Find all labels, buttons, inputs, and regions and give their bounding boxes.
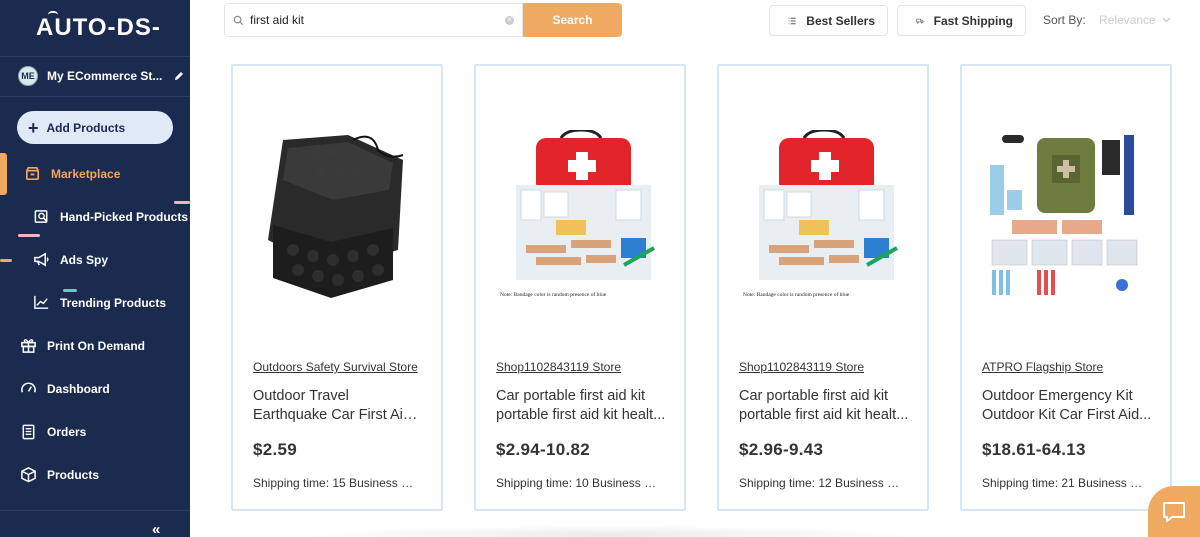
product-image: Note: Bandage color is random presence o…: [496, 130, 666, 300]
product-card[interactable]: Note: Bandage color is random presence o…: [474, 64, 686, 511]
best-sellers-button[interactable]: Best Sellers: [769, 5, 888, 36]
fast-shipping-label: Fast Shipping: [933, 13, 1013, 28]
image-note: Note: Bandage color is random presence o…: [743, 291, 850, 298]
shipping-time: Shipping time: 15 Business Days: [253, 476, 421, 490]
active-indicator: [0, 153, 7, 195]
search-button[interactable]: Search: [523, 3, 622, 37]
product-image: [982, 130, 1152, 300]
decoration: [18, 234, 40, 237]
best-sellers-label: Best Sellers: [806, 13, 875, 28]
product-price: $2.94-10.82: [496, 440, 591, 459]
store-name: My ECommerce St...: [47, 69, 163, 83]
megaphone-icon: [34, 252, 49, 267]
add-products-label: Add Products: [46, 120, 126, 135]
gauge-icon: [21, 382, 36, 393]
product-image: Note: Bandage color is random presence o…: [739, 130, 909, 300]
store-selector[interactable]: ME My ECommerce St...: [18, 66, 185, 86]
sidebar-item-orders[interactable]: Orders: [20, 423, 86, 440]
image-note: Note: Bandage color is random presence o…: [500, 291, 607, 298]
divider: [0, 510, 190, 511]
sidebar-item-label: Orders: [47, 424, 87, 439]
shipping-time: Shipping time: 21 Business Days: [982, 476, 1150, 490]
autods-logo[interactable]: AUTO-DS-: [36, 14, 161, 44]
product-price: $18.61-64.13: [982, 440, 1086, 459]
search-field[interactable]: ✕: [224, 3, 523, 37]
list-icon: [788, 17, 796, 24]
sidebar-item-hand-picked[interactable]: Hand-Picked Products: [33, 208, 188, 225]
decoration: [0, 259, 12, 262]
trend-chart-icon: [34, 295, 49, 309]
product-price: $2.59: [253, 440, 298, 459]
sidebar-item-label: Products: [47, 467, 100, 482]
sort-by-label: Sort By:: [1043, 13, 1086, 27]
sidebar-item-label: Ads Spy: [60, 252, 109, 267]
scroll-shadow: [300, 525, 920, 537]
divider: [0, 96, 190, 97]
sidebar-item-products[interactable]: Products: [20, 466, 99, 483]
gift-icon: [21, 339, 36, 353]
clipboard-icon: [22, 424, 35, 440]
product-title[interactable]: Outdoor Travel Earthquake Car First Aid …: [253, 387, 423, 425]
product-title[interactable]: Outdoor Emergency Kit Outdoor Kit Car Fi…: [982, 387, 1152, 425]
store-link[interactable]: Shop1102843119 Store: [739, 360, 864, 374]
search-icon: [233, 15, 244, 25]
store-link[interactable]: ATPRO Flagship Store: [982, 360, 1103, 374]
product-title[interactable]: Car portable first aid kit portable firs…: [739, 387, 909, 425]
logo-arc-icon: [48, 11, 58, 15]
box-icon: [21, 467, 36, 483]
clear-search-icon[interactable]: ✕: [505, 15, 514, 25]
search-input[interactable]: [250, 13, 490, 27]
pencil-icon[interactable]: [173, 70, 185, 82]
sidebar: AUTO-DS- ME My ECommerce St... + Add Pro…: [0, 0, 190, 537]
hand-picked-icon: [34, 210, 48, 223]
sidebar-item-label: Print On Demand: [47, 338, 146, 353]
sort-value: Relevance: [1099, 13, 1156, 27]
decoration: [63, 289, 77, 292]
store-link[interactable]: Shop1102843119 Store: [496, 360, 621, 374]
sort-select[interactable]: Relevance: [1099, 13, 1171, 27]
fast-shipping-button[interactable]: Fast Shipping: [897, 5, 1026, 36]
plus-icon: +: [28, 117, 39, 138]
product-card[interactable]: ATPRO Flagship Store Outdoor Emergency K…: [960, 64, 1172, 511]
store-link[interactable]: Outdoors Safety Survival Store: [253, 360, 418, 374]
sidebar-item-trending[interactable]: Trending Products: [33, 294, 166, 311]
sidebar-item-label: Trending Products: [60, 295, 167, 310]
product-image: [253, 130, 423, 300]
product-card[interactable]: Outdoors Safety Survival Store Outdoor T…: [231, 64, 443, 511]
sidebar-item-label: Marketplace: [51, 166, 121, 181]
product-title[interactable]: Car portable first aid kit portable firs…: [496, 387, 666, 425]
sidebar-item-label: Hand-Picked Products: [60, 209, 189, 224]
shipping-time: Shipping time: 12 Business Days: [739, 476, 907, 490]
store-avatar: ME: [18, 66, 38, 86]
decoration: [174, 201, 190, 204]
divider: [0, 56, 190, 57]
chat-button[interactable]: [1148, 486, 1200, 537]
chat-icon: [1163, 501, 1185, 522]
product-card[interactable]: Note: Bandage color is random presence o…: [717, 64, 929, 511]
sidebar-item-label: Dashboard: [47, 381, 110, 396]
sidebar-item-marketplace[interactable]: Marketplace: [24, 165, 120, 182]
store-icon: [25, 166, 40, 181]
shipping-time: Shipping time: 10 Business Days: [496, 476, 664, 490]
sidebar-item-print-on-demand[interactable]: Print On Demand: [20, 337, 145, 354]
add-products-button[interactable]: + Add Products: [17, 111, 173, 144]
truck-icon: [916, 18, 924, 24]
sidebar-item-dashboard[interactable]: Dashboard: [20, 380, 110, 397]
product-price: $2.96-9.43: [739, 440, 824, 459]
chevron-down-icon: [1162, 17, 1171, 23]
collapse-sidebar-icon[interactable]: «: [152, 521, 160, 537]
sidebar-item-ads-spy[interactable]: Ads Spy: [33, 251, 108, 268]
